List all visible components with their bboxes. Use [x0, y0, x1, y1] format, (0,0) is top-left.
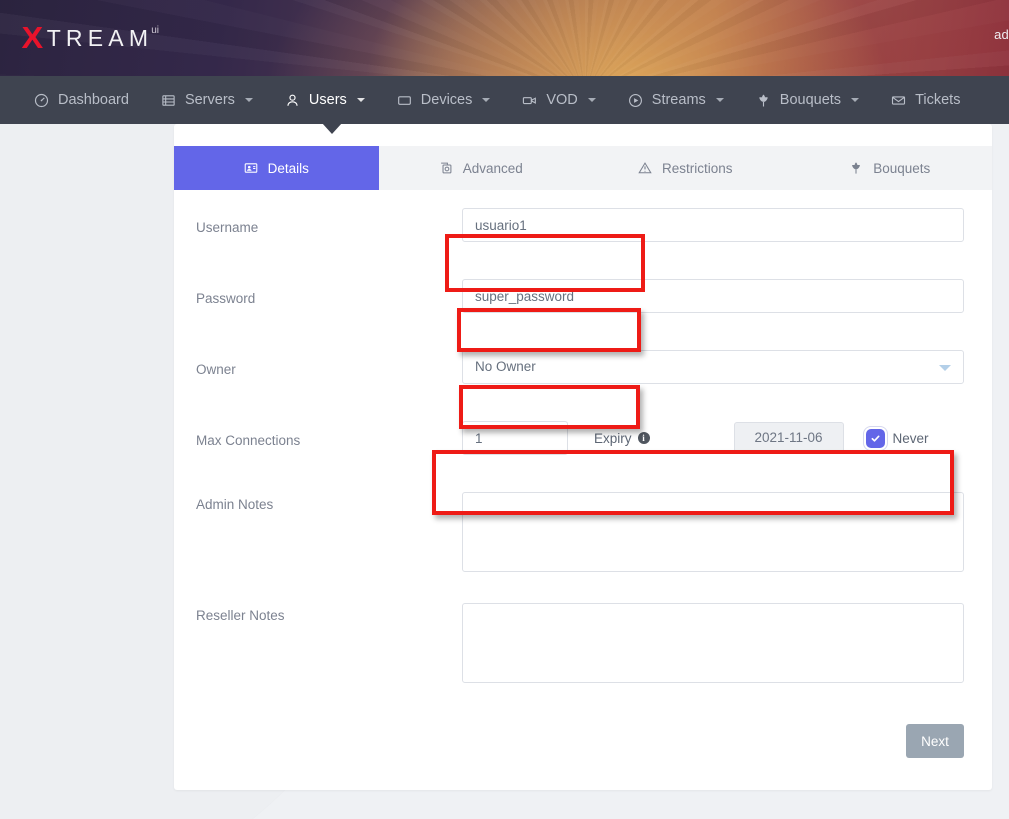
- device-screen-icon: [397, 93, 412, 108]
- user-form-card: Details Advanced: [174, 124, 992, 790]
- tab-label-details: Details: [268, 161, 309, 176]
- label-max-connections: Max Connections: [196, 421, 462, 448]
- password-input[interactable]: [462, 279, 964, 313]
- tab-label-bouquets: Bouquets: [873, 161, 930, 176]
- form-footer: Next: [174, 714, 992, 758]
- advanced-copy-icon: [439, 161, 453, 175]
- envelope-icon: [891, 93, 906, 108]
- form-row-reseller-notes: Reseller Notes: [174, 603, 992, 688]
- field-owner-wrap: No Owner: [462, 350, 964, 384]
- field-reseller-notes-wrap: [462, 603, 964, 688]
- header-username[interactable]: ad: [994, 27, 1009, 42]
- form-row-max-connections: Max Connections Expiry i 2021-11-06: [174, 421, 992, 465]
- play-circle-icon: [628, 93, 643, 108]
- chevron-down-icon: [716, 98, 724, 102]
- form-tab-bar: Details Advanced: [174, 146, 992, 190]
- tulip-icon: [849, 161, 863, 175]
- logo-wordmark: TREAM: [47, 27, 154, 50]
- nav-label-bouquets: Bouquets: [780, 92, 841, 108]
- logo-superscript: ui: [151, 25, 159, 36]
- nav-label-dashboard: Dashboard: [58, 92, 129, 108]
- never-checkbox-group[interactable]: Never: [866, 429, 929, 448]
- max-connections-input[interactable]: [462, 421, 568, 455]
- info-icon[interactable]: i: [638, 432, 650, 444]
- details-form: Username Password Owner No Owner: [174, 190, 992, 758]
- chevron-down-icon: [851, 98, 859, 102]
- reseller-notes-textarea[interactable]: [462, 603, 964, 683]
- tab-label-advanced: Advanced: [463, 161, 523, 176]
- never-checkbox[interactable]: [866, 429, 885, 448]
- next-button[interactable]: Next: [906, 724, 964, 758]
- tab-label-restrictions: Restrictions: [662, 161, 733, 176]
- video-camera-icon: [522, 93, 537, 108]
- form-row-admin-notes: Admin Notes: [174, 492, 992, 577]
- field-max-connections-wrap: Expiry i 2021-11-06 Never: [462, 421, 964, 455]
- tab-bouquets[interactable]: Bouquets: [788, 146, 993, 190]
- nav-label-users: Users: [309, 92, 347, 108]
- field-password-wrap: [462, 279, 964, 313]
- form-row-username: Username: [174, 208, 992, 252]
- card-pointer-arrow: [322, 124, 342, 134]
- nav-label-devices: Devices: [421, 92, 473, 108]
- label-expiry: Expiry: [594, 431, 632, 446]
- nav-item-tickets[interactable]: Tickets: [875, 76, 976, 124]
- label-password: Password: [196, 279, 462, 306]
- owner-select[interactable]: No Owner: [462, 350, 964, 384]
- max-connections-inline-group: Expiry i 2021-11-06 Never: [462, 421, 964, 455]
- nav-item-servers[interactable]: Servers: [145, 76, 269, 124]
- label-reseller-notes: Reseller Notes: [196, 603, 462, 623]
- username-input[interactable]: [462, 208, 964, 242]
- nav-item-streams[interactable]: Streams: [612, 76, 740, 124]
- app-logo[interactable]: X TREAM ui: [22, 22, 159, 53]
- nav-item-users[interactable]: Users: [269, 76, 381, 124]
- tab-advanced[interactable]: Advanced: [379, 146, 584, 190]
- user-icon: [285, 93, 300, 108]
- nav-item-dashboard[interactable]: Dashboard: [18, 76, 145, 124]
- app-header: X TREAM ui ad: [0, 0, 1009, 76]
- server-rack-icon: [161, 93, 176, 108]
- form-row-password: Password: [174, 279, 992, 323]
- chevron-down-icon: [588, 98, 596, 102]
- nav-label-vod: VOD: [546, 92, 577, 108]
- chevron-down-icon: [939, 365, 951, 371]
- nav-label-tickets: Tickets: [915, 92, 960, 108]
- form-row-owner: Owner No Owner: [174, 350, 992, 394]
- dashboard-gauge-icon: [34, 93, 49, 108]
- warning-triangle-icon: [638, 161, 652, 175]
- id-card-icon: [244, 161, 258, 175]
- tab-restrictions[interactable]: Restrictions: [583, 146, 788, 190]
- expiry-date-field[interactable]: 2021-11-06: [734, 422, 844, 454]
- tab-details[interactable]: Details: [174, 146, 379, 190]
- label-admin-notes: Admin Notes: [196, 492, 462, 512]
- tulip-icon: [756, 93, 771, 108]
- nav-item-vod[interactable]: VOD: [506, 76, 611, 124]
- chevron-down-icon: [482, 98, 490, 102]
- nav-item-devices[interactable]: Devices: [381, 76, 507, 124]
- admin-notes-textarea[interactable]: [462, 492, 964, 572]
- label-username: Username: [196, 208, 462, 235]
- page-body: Details Advanced: [0, 124, 1009, 819]
- field-username-wrap: [462, 208, 964, 242]
- nav-label-streams: Streams: [652, 92, 706, 108]
- chevron-down-icon: [245, 98, 253, 102]
- label-never: Never: [893, 431, 929, 446]
- nav-label-servers: Servers: [185, 92, 235, 108]
- main-navbar: Dashboard Servers Users Devices: [0, 76, 1009, 124]
- expiry-label-group: Expiry i: [594, 431, 650, 446]
- owner-selected-value: No Owner: [475, 359, 536, 374]
- nav-item-bouquets[interactable]: Bouquets: [740, 76, 875, 124]
- logo-x-mark: X: [21, 22, 43, 53]
- chevron-down-icon: [357, 98, 365, 102]
- label-owner: Owner: [196, 350, 462, 377]
- field-admin-notes-wrap: [462, 492, 964, 577]
